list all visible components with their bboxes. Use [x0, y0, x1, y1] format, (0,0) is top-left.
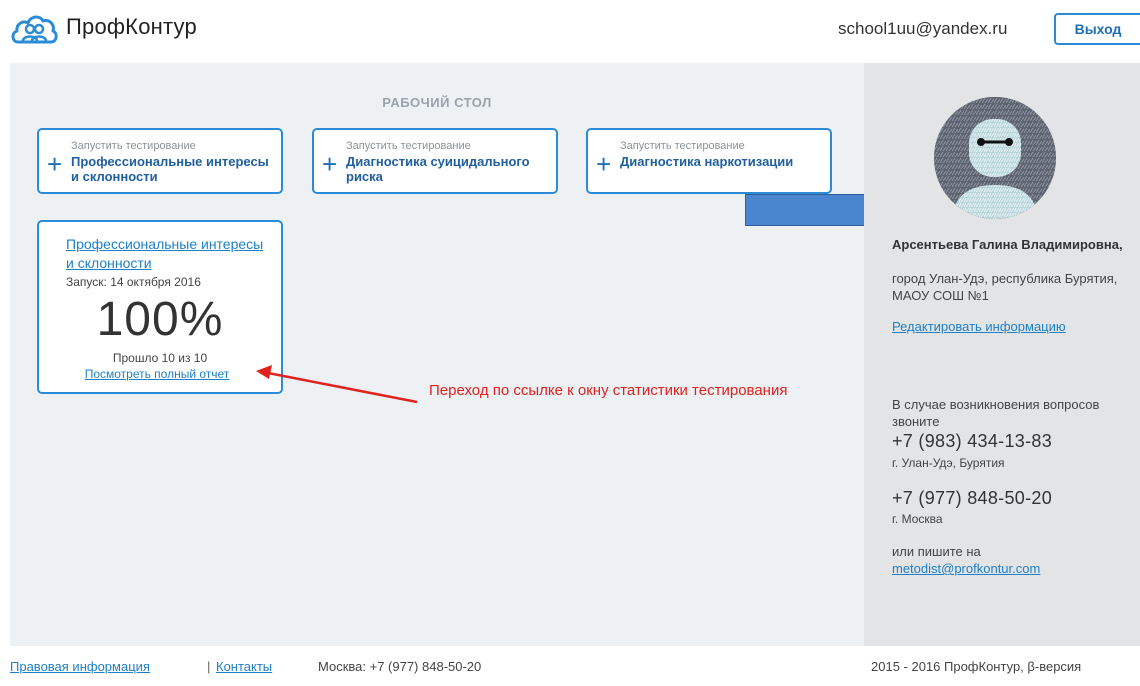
avatar: [934, 97, 1056, 219]
copyright: 2015 - 2016 ПрофКонтур, β-версия: [871, 659, 1082, 674]
test-result-card: Профессиональные интересы и склонности З…: [37, 220, 283, 394]
launch-test-card-drug-diagnostics[interactable]: Запустить тестирование + Диагностика нар…: [586, 128, 832, 194]
support-email-link[interactable]: metodist@profkontur.com: [892, 561, 1040, 576]
result-date: Запуск: 14 октября 2016: [66, 275, 201, 289]
footer-phone: Москва: +7 (977) 848-50-20: [318, 659, 482, 674]
result-percent: 100%: [96, 293, 224, 346]
footer-separator: |: [207, 659, 211, 674]
phone-ulan-ude: +7 (983) 434-13-83: [892, 431, 1053, 451]
footer: Правовая информация | Контакты Москва: +…: [0, 646, 1140, 686]
profile-sidebar: Арсентьева Галина Владимировна, город Ул…: [864, 63, 1140, 646]
launch-caption: Запустить тестирование: [71, 140, 196, 152]
profile-location: город Улан-Удэ, республика Бурятия, МАОУ…: [892, 271, 1118, 303]
city-ulan-ude: г. Улан-Удэ, Бурятия: [892, 456, 1005, 470]
redaction-overlay: [745, 194, 873, 226]
launch-test-card-professional-interests[interactable]: Запустить тестирование + Профессиональны…: [37, 128, 283, 194]
launch-title: Диагностика наркотизации: [620, 154, 794, 169]
legal-info-link[interactable]: Правовая информация: [10, 659, 150, 674]
contact-intro: В случае возникновения вопросов звоните: [892, 397, 1100, 429]
robot-avatar-icon: [934, 97, 1056, 219]
header: ПрофКонтур school1uu@yandex.ru Выход: [0, 0, 1140, 62]
launch-title: Профессиональные интересы и склонности: [71, 154, 269, 184]
launch-test-card-suicide-risk[interactable]: Запустить тестирование + Диагностика суи…: [312, 128, 558, 194]
result-count: Прошло 10 из 10: [112, 351, 208, 365]
full-report-link[interactable]: Посмотреть полный отчет: [39, 367, 275, 381]
city-moscow: г. Москва: [892, 512, 943, 526]
write-text: или пишите на: [892, 544, 981, 559]
plus-icon: +: [47, 149, 63, 179]
logout-button[interactable]: Выход: [1054, 13, 1140, 45]
desktop-panel: РАБОЧИЙ СТОЛ Запустить тестирование + Пр…: [10, 63, 873, 646]
plus-icon: +: [322, 149, 338, 179]
edit-info-link[interactable]: Редактировать информацию: [892, 319, 1066, 334]
annotation-text: Переход по ссылке к окну статистики тест…: [429, 382, 788, 399]
cloud-people-logo-icon: [11, 15, 58, 44]
launch-caption: Запустить тестирование: [346, 140, 471, 152]
logo-text[interactable]: ПрофКонтур: [66, 14, 197, 40]
phone-moscow: +7 (977) 848-50-20: [892, 488, 1053, 508]
user-email: school1uu@yandex.ru: [838, 19, 1008, 38]
launch-title: Диагностика суицидального риска: [346, 154, 530, 184]
page-title: РАБОЧИЙ СТОЛ: [382, 95, 492, 110]
contacts-link[interactable]: Контакты: [216, 659, 272, 674]
plus-icon: +: [596, 149, 612, 179]
launch-caption: Запустить тестирование: [620, 140, 745, 152]
result-test-title-link[interactable]: Профессиональные интересы и склонности: [66, 235, 271, 273]
profile-name: Арсентьева Галина Владимировна,: [892, 237, 1123, 252]
